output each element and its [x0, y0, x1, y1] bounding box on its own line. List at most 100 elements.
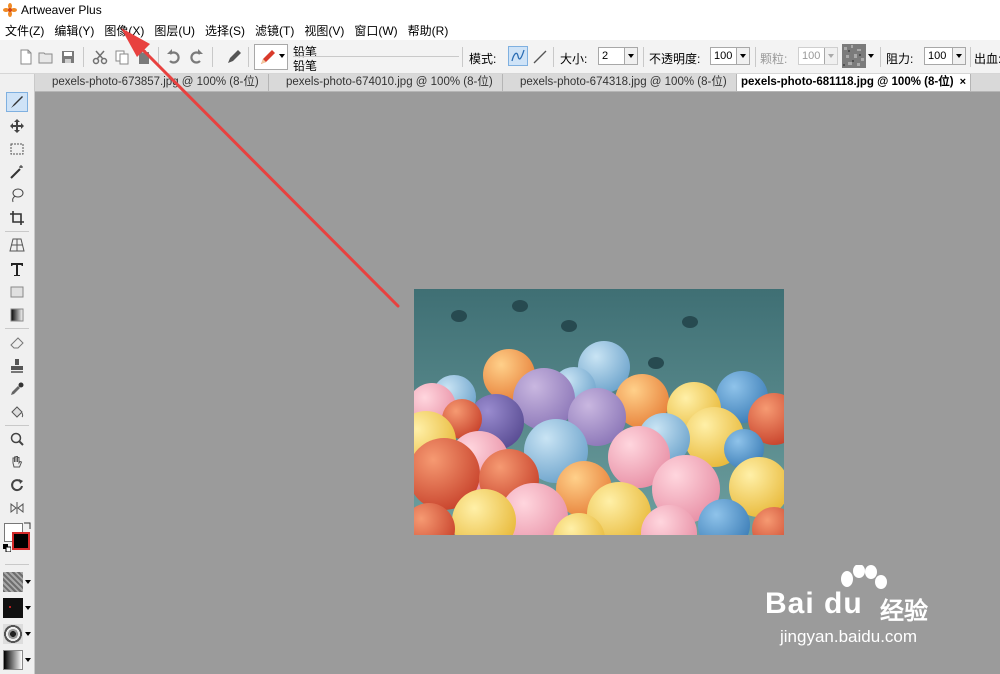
watermark-url: jingyan.baidu.com: [780, 627, 918, 646]
cut-button[interactable]: [92, 49, 108, 65]
magic-wand-icon: [10, 165, 23, 179]
menu-file[interactable]: 文件(Z): [0, 22, 49, 39]
tool-text[interactable]: [6, 259, 28, 279]
rectangle-select-icon: [10, 143, 24, 155]
opacity-select[interactable]: 100: [710, 47, 750, 65]
resistance-select[interactable]: 100: [924, 47, 966, 65]
chevron-down-icon: [25, 658, 31, 662]
grain-label: 颗粒:: [760, 52, 788, 66]
size-select[interactable]: 2: [598, 47, 638, 65]
tab-document-1[interactable]: pexels-photo-673857.jpg @ 100% (8-位): [35, 74, 269, 91]
bleed-label: 出血:: [974, 52, 1000, 66]
undo-button[interactable]: [166, 49, 182, 65]
menu-view[interactable]: 视图(V): [299, 22, 349, 39]
mode-freehand-button[interactable]: [508, 46, 528, 66]
tool-crop[interactable]: [6, 208, 28, 228]
menu-select[interactable]: 选择(S): [200, 22, 250, 39]
straight-line-icon: [533, 50, 547, 64]
texture-dropdown[interactable]: [842, 44, 876, 70]
menu-help[interactable]: 帮助(R): [403, 22, 454, 39]
brush-preset-dropdown[interactable]: [254, 44, 288, 70]
texture-swatch-icon: [842, 44, 866, 68]
menu-edit[interactable]: 编辑(Y): [49, 22, 99, 39]
tool-hand[interactable]: [6, 452, 28, 472]
color-swatches[interactable]: [3, 522, 33, 554]
tool-magic-wand[interactable]: [6, 162, 28, 182]
tool-eyedropper[interactable]: [6, 379, 28, 399]
tool-brush[interactable]: [6, 92, 28, 112]
text-tool-icon: [11, 263, 23, 276]
paste-icon: [139, 50, 149, 64]
tool-paint-bucket[interactable]: [6, 402, 28, 422]
gradient-dropdown[interactable]: [3, 650, 33, 672]
redo-icon: [190, 49, 203, 64]
move-arrows-icon: [10, 119, 24, 133]
red-pencil-icon: [261, 50, 275, 64]
mode-label: 模式:: [469, 52, 497, 66]
brush-shape-dropdown[interactable]: [3, 624, 33, 646]
open-file-button[interactable]: [38, 49, 54, 65]
tab-document-3[interactable]: pexels-photo-674318.jpg @ 100% (8-位): [503, 74, 737, 91]
freehand-stroke-icon: [511, 49, 525, 62]
save-button[interactable]: [60, 49, 76, 65]
size-value: 2: [602, 50, 609, 62]
artweaver-flower-icon: [3, 3, 17, 17]
lasso-icon: [12, 188, 24, 203]
menu-image[interactable]: 图像(X): [99, 22, 149, 39]
tool-move[interactable]: [6, 116, 28, 136]
hand-icon: [12, 456, 23, 468]
mode-straight-line-button[interactable]: [532, 49, 548, 65]
tool-eraser[interactable]: [6, 332, 28, 352]
grain-select[interactable]: 100: [798, 47, 838, 65]
new-file-button[interactable]: [18, 49, 34, 65]
foreground-color-swatch[interactable]: [12, 532, 30, 550]
copy-button[interactable]: [114, 49, 130, 65]
swap-colors-icon[interactable]: [23, 522, 31, 530]
redo-button[interactable]: [188, 49, 204, 65]
paper-dropdown[interactable]: [3, 598, 33, 620]
rotate-view-icon: [11, 479, 23, 492]
gradient-preview-icon: [3, 650, 23, 670]
tab-document-2[interactable]: pexels-photo-674010.jpg @ 100% (8-位): [269, 74, 503, 91]
brush-icon: [11, 96, 23, 108]
tool-rect-select[interactable]: [6, 139, 28, 159]
document-tabs: pexels-photo-673857.jpg @ 100% (8-位) pex…: [35, 74, 1000, 92]
pattern-dropdown[interactable]: [3, 572, 33, 594]
tab-document-4[interactable]: pexels-photo-681118.jpg @ 100% (8-位) ×: [737, 74, 971, 91]
chevron-down-icon: [624, 48, 637, 64]
menu-filter[interactable]: 滤镜(T): [250, 22, 299, 39]
tool-gradient[interactable]: [6, 305, 28, 325]
menu-bar: 文件(Z) 编辑(Y) 图像(X) 图层(U) 选择(S) 滤镜(T) 视图(V…: [0, 20, 1000, 40]
tool-perspective[interactable]: [6, 235, 28, 255]
menu-window[interactable]: 窗口(W): [349, 22, 402, 39]
tool-clone-stamp[interactable]: [6, 356, 28, 376]
paste-button[interactable]: [136, 49, 152, 65]
ball-pit-photo: [414, 289, 784, 535]
window-title: Artweaver Plus: [21, 3, 102, 17]
opacity-value: 100: [714, 50, 733, 62]
brush-options-button[interactable]: [226, 49, 242, 65]
watermark-product: 经验: [880, 598, 928, 625]
tool-lasso[interactable]: [6, 185, 28, 205]
watermark-brand: Bai du: [765, 587, 863, 620]
tool-mirror[interactable]: [6, 498, 28, 518]
tool-shape[interactable]: [6, 282, 28, 302]
tab-label: pexels-photo-673857.jpg @ 100% (8-位): [52, 76, 259, 88]
menu-layer[interactable]: 图层(U): [149, 22, 200, 39]
brush-tip-icon: [3, 624, 23, 644]
chevron-down-icon: [824, 48, 837, 64]
close-icon[interactable]: ×: [960, 74, 966, 91]
perspective-grid-icon: [9, 238, 25, 252]
tools-panel: [0, 74, 35, 674]
copy-icon: [115, 50, 129, 65]
options-toolbar: 铅笔 铅笔 模式: 大小: 2 不透明度: 100 颗粒: 100 阻力: 10…: [0, 40, 1000, 74]
tab-label: pexels-photo-681118.jpg @ 100% (8-位): [741, 76, 954, 88]
chevron-down-icon: [952, 48, 965, 64]
reset-colors-icon[interactable]: [3, 544, 11, 552]
tab-label: pexels-photo-674318.jpg @ 100% (8-位): [520, 76, 727, 88]
new-file-icon: [20, 49, 32, 65]
chevron-down-icon: [736, 48, 749, 64]
tool-rotate[interactable]: [6, 475, 28, 495]
tool-zoom[interactable]: [6, 429, 28, 449]
canvas-image[interactable]: [414, 289, 784, 535]
